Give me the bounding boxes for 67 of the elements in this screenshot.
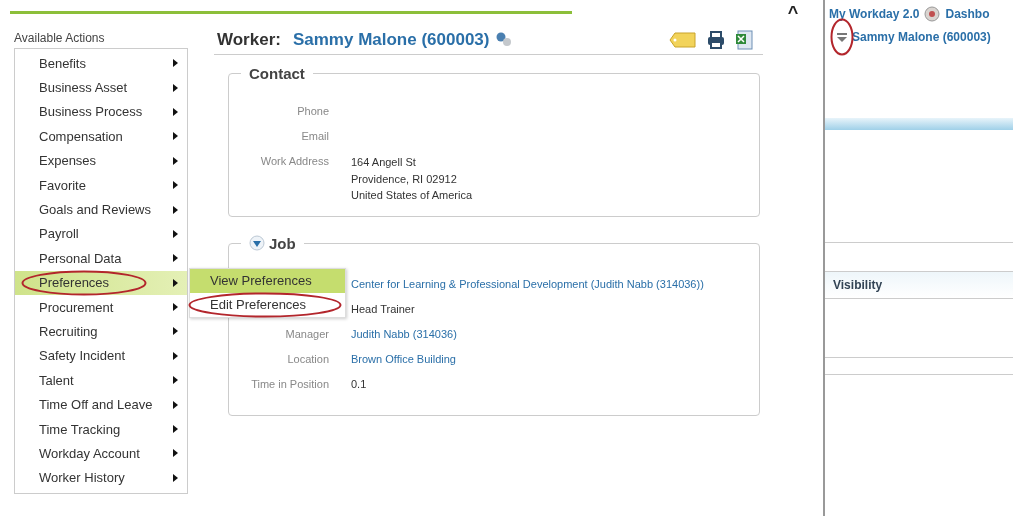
field-label: Phone xyxy=(296,105,329,117)
section-title: Job xyxy=(269,234,296,252)
collapse-caret[interactable]: ^ xyxy=(763,0,823,516)
address-line: 164 Angell St xyxy=(351,155,417,170)
field-link[interactable]: Brown Office Building xyxy=(351,350,759,367)
menu-item[interactable]: Talent xyxy=(15,368,187,393)
submenu-arrow-icon xyxy=(173,181,178,190)
menu-item[interactable]: Recruiting xyxy=(15,319,187,344)
submenu-arrow-icon xyxy=(173,327,178,336)
expand-icon[interactable] xyxy=(837,32,847,42)
menu-item[interactable]: Worker History xyxy=(15,465,187,491)
field-link[interactable]: Judith Nabb (314036) xyxy=(351,325,759,342)
section-title: Contact xyxy=(249,65,305,82)
worker-label: Worker: xyxy=(217,30,281,50)
submenu-arrow-icon xyxy=(173,425,178,434)
submenu-arrow-icon xyxy=(173,156,178,165)
section-heading: Visibility xyxy=(825,271,1013,299)
address-line: United States of America xyxy=(351,188,474,203)
menu-item[interactable]: Procurement xyxy=(15,294,187,320)
actions-title: Available Actions xyxy=(14,31,106,45)
menu-item[interactable]: Business Process xyxy=(15,99,187,125)
menu-item[interactable]: Safety Incident xyxy=(15,343,187,369)
submenu-arrow-icon xyxy=(173,376,178,385)
worker-link[interactable]: Sammy Malone (600003) xyxy=(852,30,991,44)
submenu-arrow-icon xyxy=(173,351,178,360)
menu-item[interactable]: Favorite xyxy=(15,172,187,198)
submenu-arrow-icon xyxy=(173,303,178,312)
menu-item[interactable]: Time Tracking xyxy=(15,416,187,442)
field-link[interactable]: Center for Learning & Professional Development (Judith Nabb (314036)) xyxy=(351,275,759,292)
field-value: Head Trainer xyxy=(351,301,416,317)
submenu-arrow-icon xyxy=(173,229,178,238)
submenu-arrow-icon xyxy=(173,473,178,482)
submenu-arrow-icon xyxy=(173,400,178,409)
address-line: Providence, RI 02912 xyxy=(351,171,458,187)
related-actions-icon[interactable] xyxy=(495,31,514,49)
field-label: Location xyxy=(286,352,329,365)
spreadsheet-icon[interactable] xyxy=(735,30,753,50)
field-label: Email xyxy=(300,130,329,142)
field-label: Time in Position xyxy=(250,377,329,390)
menu-item[interactable]: Workday Account xyxy=(15,441,187,466)
dashboard-icon[interactable] xyxy=(924,6,941,22)
submenu-arrow-icon xyxy=(173,132,178,141)
menu-item[interactable]: Time Off and Leave xyxy=(15,392,187,417)
submenu-arrow-icon xyxy=(173,83,178,92)
menu-item[interactable]: Goals and Reviews xyxy=(15,197,187,222)
submenu-item[interactable]: Edit Preferences xyxy=(190,292,345,317)
field-value: 0.1 xyxy=(351,376,368,392)
field-label: Work Address xyxy=(259,155,329,167)
submenu-arrow-icon xyxy=(173,205,178,214)
menu-item[interactable]: Business Asset xyxy=(15,75,187,100)
app-link[interactable]: My Workday 2.0 xyxy=(829,7,920,21)
submenu-arrow-icon xyxy=(173,59,178,68)
print-icon[interactable] xyxy=(707,31,725,49)
menu-item[interactable]: Payroll xyxy=(15,221,187,247)
field-label: Manager xyxy=(284,327,329,340)
submenu-arrow-icon xyxy=(173,254,178,263)
menu-item[interactable]: Benefits xyxy=(15,51,187,76)
submenu-arrow-icon xyxy=(173,278,178,287)
submenu-arrow-icon xyxy=(173,107,178,116)
menu-item[interactable]: Personal Data xyxy=(15,246,187,271)
menu-item[interactable]: Expenses xyxy=(15,148,187,173)
collapse-toggle-icon[interactable] xyxy=(249,235,265,251)
dashboard-link[interactable]: Dashbo xyxy=(945,7,990,21)
submenu-item[interactable]: View Preferences xyxy=(190,268,345,293)
worker-link[interactable]: Sammy Malone (600003) xyxy=(292,30,490,50)
submenu-arrow-icon xyxy=(173,449,178,458)
menu-item[interactable]: Compensation xyxy=(15,124,187,149)
